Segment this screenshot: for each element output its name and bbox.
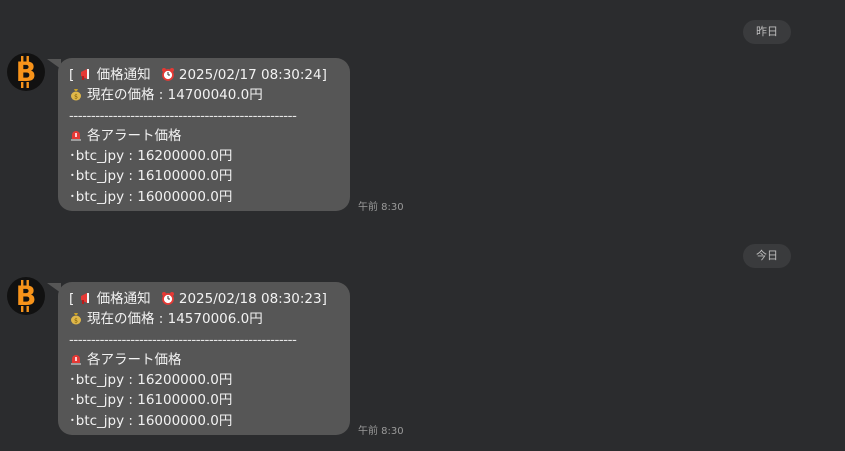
alert-item: ･btc_jpy : 16100000.0円 [69,168,233,185]
header-datetime: 2025/02/18 08:30:23] [178,291,327,307]
date-badge-today: 今日 [743,244,791,268]
header-title: 価格通知 [96,291,151,307]
megaphone-icon [80,69,89,80]
siren-icon [71,130,81,141]
bitcoin-icon[interactable]: B [7,53,45,91]
message-bubble[interactable]: [ 価格通知 2025/02/18 08:30:23] $ 現在の価格 : 14… [58,282,350,435]
chat-area: 昨日 B [ 価格通知 2025/02/17 08:30:24] $ 現在の価格… [0,0,845,451]
alert-item: ･btc_jpy : 16000000.0円 [69,188,233,205]
alerts-title-line: 各アラート価格 [69,126,350,146]
message-header: [ 価格通知 2025/02/17 08:30:24] [69,65,350,85]
alerts-title-line: 各アラート価格 [69,350,350,370]
svg-text:$: $ [74,318,78,325]
bitcoin-icon[interactable]: B [7,277,45,315]
header-datetime: 2025/02/17 08:30:24] [178,67,327,83]
current-price-line: $ 現在の価格 : 14570006.0円 [69,309,350,329]
svg-text:B: B [16,281,37,312]
divider: ----------------------------------------… [69,107,297,124]
message-bubble[interactable]: [ 価格通知 2025/02/17 08:30:24] $ 現在の価格 : 14… [58,58,350,211]
header-bracket: [ [69,291,75,307]
current-price: 現在の価格 : 14570006.0円 [87,311,263,328]
header-title: 価格通知 [96,67,151,83]
message-time: 午前 8:30 [358,426,404,437]
divider: ----------------------------------------… [69,331,297,348]
header-bracket: [ [69,67,75,83]
megaphone-icon [80,293,89,304]
alarm-clock-icon [161,68,174,81]
alerts-title: 各アラート価格 [87,351,182,368]
alarm-clock-icon [161,292,174,305]
alert-item: ･btc_jpy : 16100000.0円 [69,392,233,409]
message-time: 午前 8:30 [358,202,404,213]
siren-icon [71,354,81,365]
money-bag-icon: $ [71,313,81,325]
message-header: [ 価格通知 2025/02/18 08:30:23] [69,289,350,309]
alert-item: ･btc_jpy : 16200000.0円 [69,148,233,165]
svg-text:B: B [16,57,37,88]
svg-text:$: $ [74,94,78,101]
alerts-title: 各アラート価格 [87,127,182,144]
current-price: 現在の価格 : 14700040.0円 [87,87,263,104]
alert-item: ･btc_jpy : 16000000.0円 [69,412,233,429]
money-bag-icon: $ [71,89,81,101]
current-price-line: $ 現在の価格 : 14700040.0円 [69,85,350,105]
alert-item: ･btc_jpy : 16200000.0円 [69,372,233,389]
date-badge-yesterday: 昨日 [743,20,791,44]
